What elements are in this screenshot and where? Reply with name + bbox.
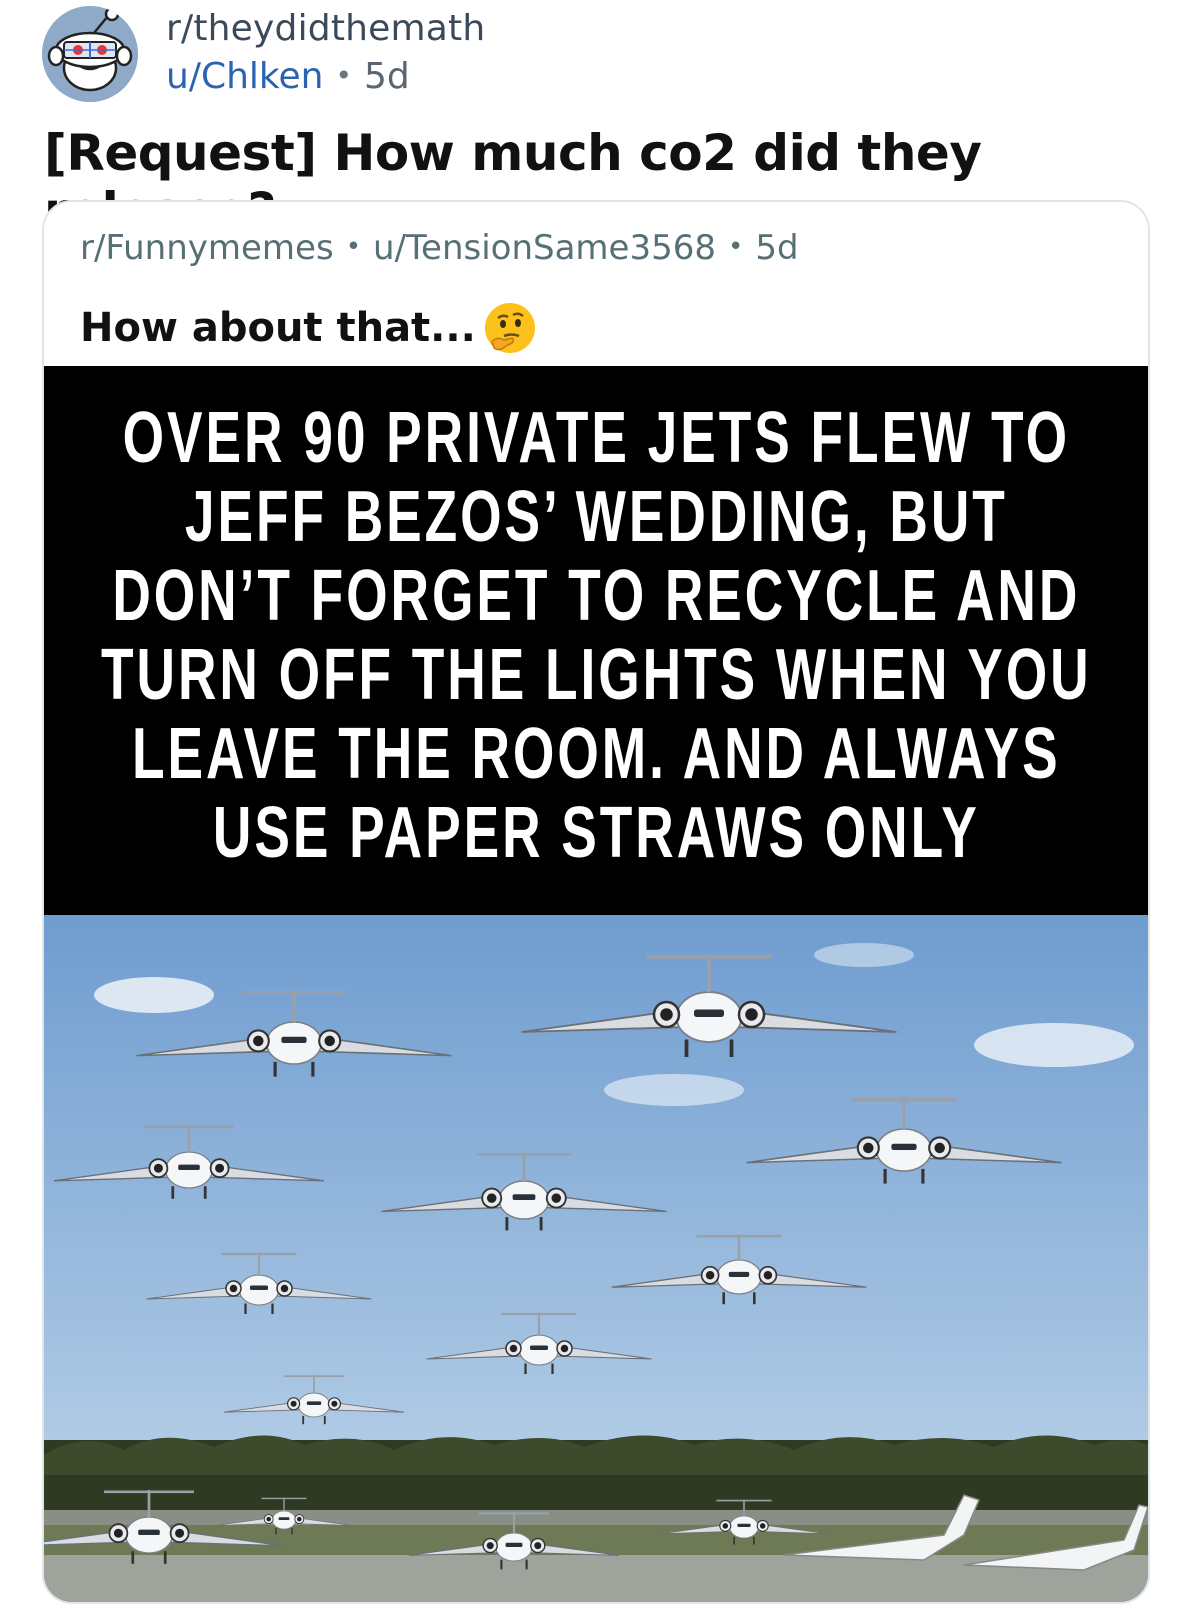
caption-line: LEAVE THE ROOM. AND ALWAYS	[131, 713, 1061, 794]
subreddit-avatar-icon[interactable]	[42, 6, 138, 102]
private-jets-photo	[44, 915, 1148, 1602]
subreddit-name[interactable]: r/theydidthemath	[166, 8, 485, 49]
caption-line: TURN OFF THE LIGHTS WHEN YOU	[100, 634, 1092, 715]
meme-caption-block: OVER 90 PRIVATE JETS FLEW TO JEFF BEZOS’…	[44, 366, 1148, 915]
meme-image[interactable]: OVER 90 PRIVATE JETS FLEW TO JEFF BEZOS’…	[44, 366, 1148, 1602]
post-author-link[interactable]: u/Chlken	[166, 56, 323, 97]
crosspost-title-text: How about that...	[80, 305, 476, 351]
caption-line: OVER 90 PRIVATE JETS FLEW TO	[122, 397, 1070, 478]
caption-line: DON’T FORGET TO RECYCLE AND	[112, 555, 1080, 636]
post-header: r/theydidthemath u/Chlken • 5d	[40, 4, 1160, 104]
caption-line: JEFF BEZOS’ WEDDING, BUT	[184, 476, 1008, 557]
meme-caption: OVER 90 PRIVATE JETS FLEW TO JEFF BEZOS’…	[100, 397, 1092, 873]
crosspost-title[interactable]: How about that...	[80, 300, 538, 356]
meta-separator: •	[335, 59, 352, 92]
thinking-face-emoji-icon	[484, 303, 535, 353]
crosspost-meta: r/Funnymemes • u/TensionSame3568 • 5d	[80, 228, 799, 268]
crosspost-card[interactable]: r/Funnymemes • u/TensionSame3568 • 5d How ab…	[42, 200, 1150, 1604]
post-meta: u/Chlken • 5d	[166, 56, 410, 97]
jets-photo-illustration	[44, 915, 1148, 1602]
crosspost-separator: •	[728, 232, 744, 262]
caption-line: USE PAPER STRAWS ONLY	[212, 792, 980, 873]
crosspost-author-link[interactable]: u/TensionSame3568	[373, 228, 716, 268]
crosspost-age: 5d	[755, 228, 799, 268]
crosspost-separator: •	[345, 232, 362, 262]
crosspost-subreddit-link[interactable]: r/Funnymemes	[80, 228, 334, 268]
post-age: 5d	[363, 56, 410, 97]
